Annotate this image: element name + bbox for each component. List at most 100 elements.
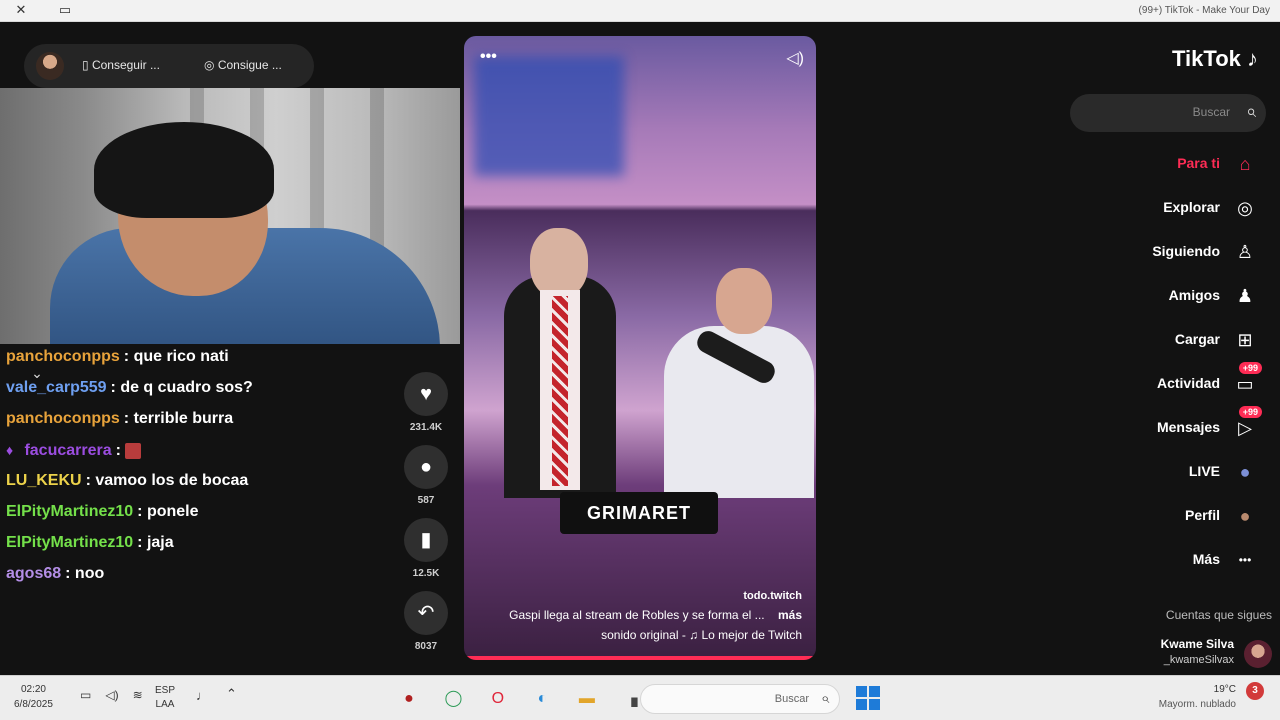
account-name: Kwame Silva — [1160, 637, 1234, 651]
avatar — [1244, 640, 1272, 668]
streamer-webcam — [0, 88, 460, 344]
comment-button[interactable]: ● — [404, 445, 448, 489]
video-brand-overlay: GRIMARET — [560, 492, 718, 534]
app-icon-edge[interactable]: ◐ — [527, 684, 557, 714]
messages-icon: ▷ — [1238, 418, 1252, 438]
friends-icon: ♟ — [1236, 286, 1254, 306]
stream-bar-item-1[interactable]: ◎ Consigue ... — [204, 58, 282, 72]
app-icon-opera[interactable]: O — [483, 684, 513, 714]
chevron-down-icon[interactable]: ⌄ — [26, 365, 48, 387]
activity-icon: ▭ — [1236, 374, 1254, 394]
compass-icon: ◎ — [1237, 198, 1253, 218]
clock-time: 02:20 — [20, 684, 46, 695]
chat-text: noo — [74, 565, 105, 582]
search-input[interactable]: ⌕ Buscar — [1070, 94, 1266, 132]
like-button[interactable]: ♥ — [404, 372, 448, 416]
chat-username: ElPityMartinez10 — [6, 503, 134, 520]
nav-item-amigos[interactable]: ♟ Amigos — [1068, 280, 1258, 316]
tiktok-note-icon: ♪ — [1247, 46, 1258, 71]
live-icon: ● — [1239, 462, 1251, 482]
caption-more-link[interactable]: más — [778, 608, 802, 622]
close-icon[interactable]: ✕ — [10, 2, 32, 18]
following-icon: ♙ — [1236, 242, 1254, 262]
share-icon: ↶ — [417, 602, 435, 624]
nav-item-para-ti[interactable]: ⌂ Para ti — [1068, 148, 1258, 184]
emote-icon — [125, 442, 142, 459]
search-icon[interactable]: ⌕ — [1246, 101, 1256, 122]
window-title: (99+) TikTok - Make Your Day — [1138, 5, 1270, 16]
app-icon-obs[interactable]: ● — [394, 684, 424, 714]
taskbar-search-input[interactable]: Buscar ⌕ — [640, 684, 840, 714]
clock[interactable]: 02:20 6/8/2025 — [14, 682, 53, 712]
nav-item-explorar[interactable]: ◎ Explorar — [1068, 192, 1258, 228]
chat-text: de q cuadro sos? — [120, 379, 253, 396]
chevron-up-icon[interactable]: ⌃ — [226, 686, 237, 702]
nav-item-mensajes[interactable]: ▷ 99+ Mensajes — [1068, 406, 1262, 448]
video-sound[interactable]: sonido original - ♫ Lo mejor de Twitch — [478, 628, 802, 642]
weather-desc: Mayorm. nublado — [1158, 699, 1236, 710]
app-icon-explorer[interactable]: ▬ — [572, 684, 602, 714]
account-username: kwameSilvax_ — [1163, 654, 1234, 666]
nav-item-perfil[interactable]: ● Perfil — [1068, 500, 1258, 536]
tiktok-sidebar: ♪ TikTok ⌕ Buscar ⌂ Para ti ◎ Explorar ♙… — [1068, 22, 1280, 675]
nav-item-actividad[interactable]: ▭ 99+ Actividad — [1068, 362, 1262, 404]
chat-message: panchoconpps: que rico nati — [6, 348, 229, 365]
language-indicator[interactable]: ESP LAA — [155, 684, 175, 712]
chat-username: panchoconpps — [6, 348, 120, 365]
messages-badge: 99+ — [1238, 406, 1262, 418]
window-titlebar: ✕ ▭ (99+) TikTok - Make Your Day — [0, 0, 1280, 22]
app-icon-whatsapp[interactable]: ◯ — [438, 684, 468, 714]
chat-text: vamoo los de bocaa — [95, 472, 249, 489]
windows-start-icon[interactable] — [856, 686, 880, 710]
more-options-icon[interactable]: ••• — [480, 48, 497, 66]
chat-text: terrible burra — [133, 410, 234, 427]
search-icon: ⌕ — [820, 690, 829, 707]
activity-badge: 99+ — [1238, 362, 1262, 374]
chat-username: vale_carp559 — [6, 379, 107, 396]
chat-message: LU_KEKU: vamoo los de bocaa — [6, 472, 249, 489]
video-player[interactable]: GRIMARET ••• ◁) todo.twitch Gaspi llega … — [464, 36, 816, 660]
chat-username: ElPityMartinez10 — [6, 534, 134, 551]
video-progress-bar[interactable] — [464, 656, 816, 660]
like-count: 231.4K — [409, 422, 443, 433]
chat-message: ElPityMartinez10: jaja — [6, 534, 174, 551]
nav-item-live[interactable]: ● LIVE — [1068, 456, 1258, 492]
search-placeholder: Buscar — [1192, 105, 1230, 119]
bookmark-icon: ▮ — [420, 529, 432, 551]
weather-badge: 3 — [1246, 682, 1264, 700]
streamer-avatar[interactable] — [36, 52, 64, 80]
stream-info-bar: ▯ Conseguir ... ◎ Consigue ... — [24, 44, 314, 88]
tiktok-logo[interactable]: ♪ TikTok — [1172, 46, 1258, 72]
nav-item-mas[interactable]: ••• Más — [1068, 544, 1258, 580]
wifi-icon[interactable]: ≋ — [133, 688, 143, 702]
share-button[interactable]: ↶ — [404, 591, 448, 635]
video-meta: todo.twitch Gaspi llega al stream de Rob… — [478, 584, 802, 642]
volume-icon[interactable]: ◁) — [786, 48, 804, 68]
following-account-item[interactable]: Kwame Silva kwameSilvax_ — [1072, 636, 1272, 672]
clock-date: 6/8/2025 — [14, 699, 53, 710]
chat-message: vale_carp559: de q cuadro sos? — [6, 379, 253, 396]
subscriber-badge-icon: ♦ — [6, 442, 14, 458]
weather-widget[interactable]: 3 19°C Mayorm. nublado — [1144, 682, 1264, 714]
nav-item-siguiendo[interactable]: ♙ Siguiendo — [1068, 236, 1258, 272]
home-icon: ⌂ — [1239, 154, 1251, 174]
battery-icon[interactable]: ▭ — [80, 688, 91, 702]
chat-message: panchoconpps: terrible burra — [6, 410, 234, 427]
chat-username: LU_KEKU — [6, 472, 82, 489]
video-actions: ♥ 231.4K ● 587 ▮ 12.5K ↶ 8037 — [402, 372, 450, 664]
microphone-icon[interactable]: ♩ — [196, 688, 209, 703]
more-icon: ••• — [1238, 553, 1252, 567]
save-count: 12.5K — [412, 568, 440, 579]
chat-message: agos68: noo — [6, 565, 105, 582]
upload-icon: ⊞ — [1237, 330, 1253, 350]
video-author[interactable]: todo.twitch — [478, 590, 802, 602]
stream-chat: panchoconpps: que rico nati vale_carp559… — [0, 344, 400, 604]
volume-icon[interactable]: ◁) — [105, 688, 118, 702]
nav-item-cargar[interactable]: ⊞ Cargar — [1068, 324, 1258, 360]
save-button[interactable]: ▮ — [404, 518, 448, 562]
chat-message: ElPityMartinez10: ponele — [6, 503, 199, 520]
restore-icon[interactable]: ▭ — [54, 2, 76, 18]
stream-bar-item-2[interactable]: ▯ Conseguir ... — [82, 58, 160, 72]
chat-text: ponele — [146, 503, 199, 520]
comment-icon: ● — [419, 456, 433, 478]
